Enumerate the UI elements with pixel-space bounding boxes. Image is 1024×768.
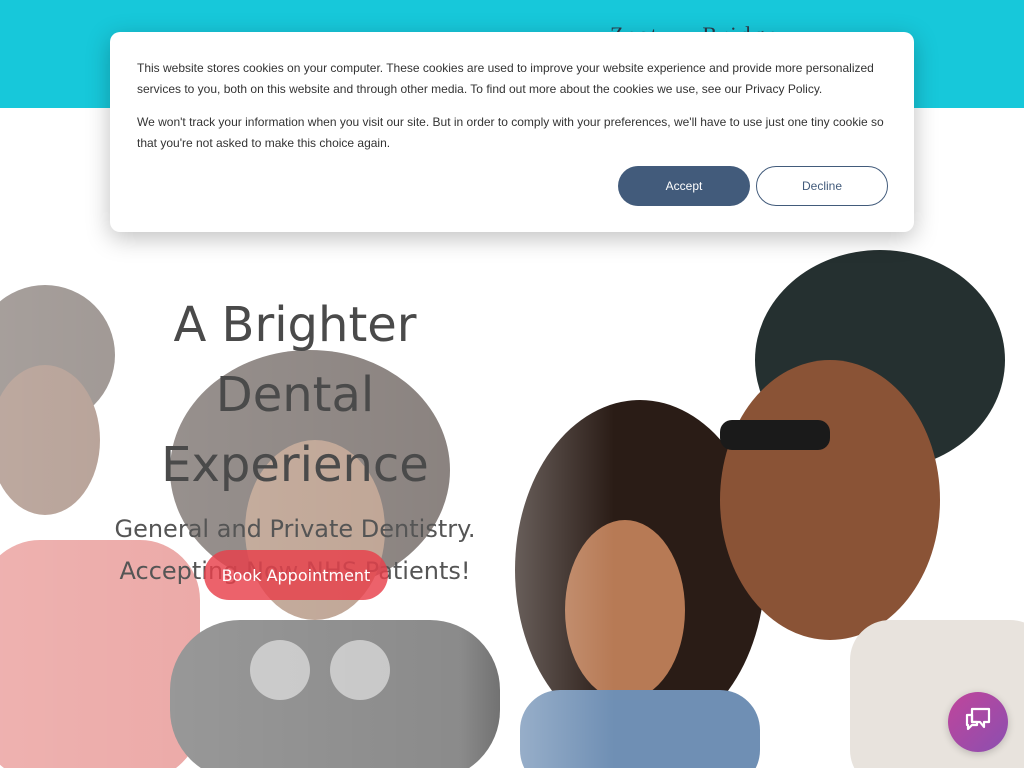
cookie-banner: This website stores cookies on your comp… <box>110 32 914 232</box>
cookie-text-1: This website stores cookies on your comp… <box>137 61 874 96</box>
cookie-text-2: We won't track your information when you… <box>137 115 884 150</box>
book-appointment-button[interactable]: Book Appointment <box>204 550 388 600</box>
decline-button[interactable]: Decline <box>756 166 888 206</box>
chat-bubbles-icon <box>963 705 993 740</box>
hero-headline: A Brighter Dental Experience <box>161 297 429 493</box>
accept-button[interactable]: Accept <box>618 166 750 206</box>
chat-button[interactable] <box>948 692 1008 752</box>
